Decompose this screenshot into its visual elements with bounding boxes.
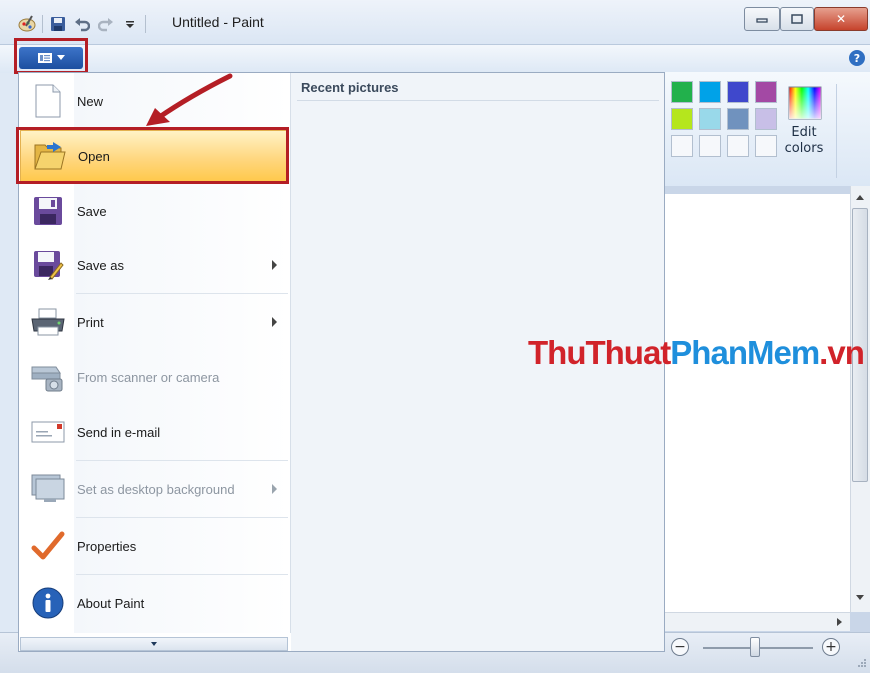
watermark-part-1: ThuThuat [528,334,671,371]
minimize-icon [756,18,768,23]
color-swatch-blue-gray[interactable] [727,108,749,130]
horizontal-scrollbar[interactable] [664,612,850,631]
quick-access-toolbar [18,12,146,36]
menu-item-about-paint[interactable]: About Paint [20,576,289,630]
customize-qat-icon[interactable] [121,15,139,33]
recent-pictures-title: Recent pictures [301,80,399,95]
menu-divider [76,517,288,518]
edit-colors-button[interactable] [786,84,824,122]
submenu-arrow-icon [272,484,277,494]
menu-item-save-as[interactable]: Save as [20,238,289,292]
menu-item-from-scanner-or-camera[interactable]: From scanner or camera [20,350,289,404]
edit-colors-label: Edit colors [784,125,824,156]
zoom-in-button[interactable]: + [822,638,840,656]
menu-item-properties[interactable]: Properties [20,519,289,573]
save-as-icon [30,247,66,283]
zoom-out-button[interactable]: − [671,638,689,656]
menu-item-set-as-desktop-background[interactable]: Set as desktop background [20,462,289,516]
color-swatch-empty[interactable] [727,135,749,157]
menu-item-label: Properties [77,538,137,554]
watermark-part-3: .vn [819,334,865,371]
undo-icon[interactable] [73,15,91,33]
drawing-canvas[interactable] [664,194,850,612]
paint-icon[interactable] [18,15,36,33]
menu-item-label: Send in e-mail [77,424,161,440]
menu-item-label: Set as desktop background [77,481,235,497]
paint-window: Untitled - Paint ✕ ? Edit colors − + Rec… [0,0,870,673]
minimize-button[interactable] [744,7,780,31]
ribbon-tab-strip [0,44,870,73]
close-icon: ✕ [835,12,847,26]
color-swatch-turquoise[interactable] [699,81,721,103]
email-icon [30,414,66,450]
menu-button-highlight-frame [14,38,88,74]
menu-item-label: Print [77,314,104,330]
menu-more-button[interactable] [20,637,288,651]
maximize-button[interactable] [780,7,814,31]
menu-item-label: From scanner or camera [77,369,220,385]
title-bar: Untitled - Paint ✕ [0,0,870,44]
scroll-down-icon[interactable] [855,594,865,602]
redo-icon[interactable] [97,15,115,33]
window-title: Untitled - Paint [172,14,264,30]
help-icon[interactable]: ? [849,50,865,66]
color-swatch-empty[interactable] [755,135,777,157]
checkmark-icon [30,528,66,564]
scroll-right-icon[interactable] [836,617,844,627]
printer-icon [30,304,66,340]
scroll-up-icon[interactable] [855,194,865,202]
menu-divider [76,293,288,294]
chevron-down-icon [151,642,157,646]
menu-item-save[interactable]: Save [20,184,289,238]
color-swatch-empty[interactable] [671,135,693,157]
color-swatch-purple[interactable] [755,81,777,103]
menu-item-label: Save [77,203,107,219]
info-icon [30,585,66,621]
submenu-arrow-icon [272,317,277,327]
zoom-slider-thumb[interactable] [749,637,760,657]
save-icon[interactable] [49,15,67,33]
scanner-icon [30,359,66,395]
watermark-logo: ThuThuatPhanMem.vn [528,334,865,372]
menu-item-label: About Paint [77,595,145,611]
color-swatch-empty[interactable] [699,135,721,157]
resize-grip-icon[interactable] [857,658,867,668]
menu-divider [76,460,288,461]
menu-item-label: Save as [77,257,124,273]
ribbon-separator [836,84,837,178]
color-swatch-lavender[interactable] [755,108,777,130]
menu-item-label: New [77,93,104,109]
menu-item-print[interactable]: Print [20,295,289,349]
color-swatch-light-turquoise[interactable] [699,108,721,130]
close-button[interactable]: ✕ [814,7,868,31]
save-floppy-icon [30,193,66,229]
recent-pictures-divider [297,100,659,101]
color-swatch-lime[interactable] [671,108,693,130]
color-swatch-green[interactable] [671,81,693,103]
submenu-arrow-icon [272,260,277,270]
menu-item-send-in-email[interactable]: Send in e-mail [20,405,289,459]
watermark-part-2: PhanMem [670,334,820,371]
maximize-icon [791,14,803,24]
color-spectrum-icon [788,86,822,120]
color-swatch-indigo[interactable] [727,81,749,103]
annotation-arrow-icon [146,73,233,126]
menu-divider [76,574,288,575]
new-document-icon [30,83,66,119]
desktop-background-icon [30,471,66,507]
open-highlight-frame [16,127,289,184]
